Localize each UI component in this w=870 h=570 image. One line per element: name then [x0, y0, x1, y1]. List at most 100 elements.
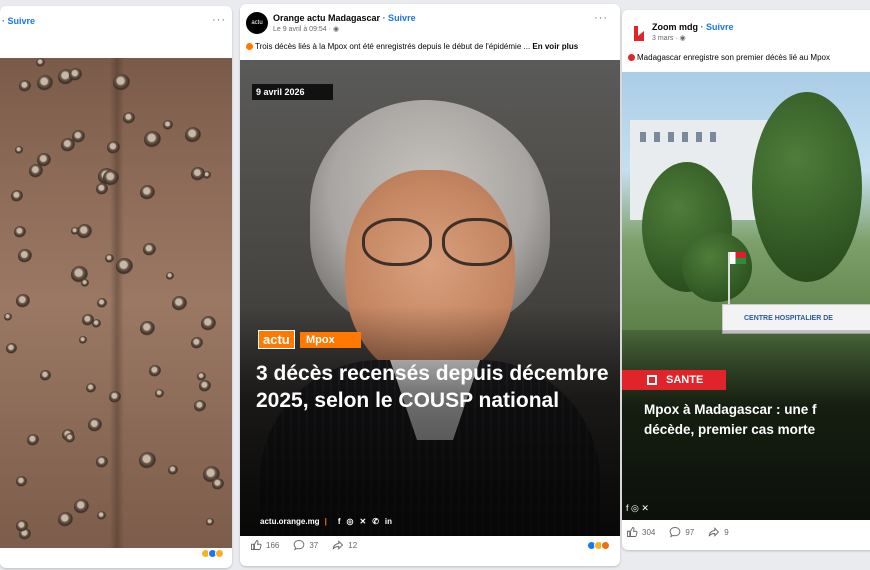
- skin-lesion: [97, 511, 106, 520]
- page-avatar[interactable]: actu: [246, 12, 268, 34]
- site-footer: actu.orange.mg | f ◎ ✕ ✆ in: [260, 517, 392, 526]
- post-timestamp[interactable]: Le 9 avril à 09:54 ·: [273, 26, 331, 33]
- comment-button[interactable]: 97: [669, 526, 694, 538]
- skin-lesion: [16, 520, 28, 532]
- skin-lesion: [168, 465, 178, 475]
- skin-lesion: [194, 400, 206, 412]
- post-action-bar: 166 37 12: [240, 539, 620, 551]
- post-header: Zoom mdg · Suivre 3 mars · ◉: [622, 10, 870, 54]
- share-button[interactable]: 9: [708, 526, 729, 538]
- post-timestamp[interactable]: 3 mars ·: [652, 35, 678, 42]
- facebook-icon: f: [337, 517, 341, 526]
- comment-bubble-icon: [294, 540, 305, 551]
- sad-reaction-icon: [215, 549, 224, 558]
- skin-lesion: [149, 365, 161, 377]
- skin-lesion: [27, 434, 39, 446]
- separator: |: [324, 517, 327, 526]
- like-button[interactable]: 166: [250, 539, 279, 551]
- skin-lesion: [206, 518, 214, 526]
- topic-tag: Mpox: [300, 332, 361, 348]
- skin-lesion: [18, 249, 32, 263]
- skin-lesion: [105, 254, 114, 263]
- instagram-icon: ◎: [346, 517, 354, 526]
- skin-lesion: [11, 190, 23, 202]
- video-headline: 3 décès recensés depuis décembre 2025, s…: [256, 362, 609, 412]
- social-icons: f ◎ ✕: [626, 503, 649, 514]
- facebook-icon: f: [626, 503, 629, 513]
- skin-lesion: [37, 75, 53, 91]
- share-count: 9: [724, 527, 729, 537]
- skin-lesion: [166, 272, 174, 280]
- whatsapp-icon: ✆: [372, 517, 379, 526]
- caption-text: Madagascar enregistre son premier décès …: [637, 53, 830, 62]
- post-action-bar: 304 97 9: [622, 526, 870, 538]
- globe-icon: ◉: [332, 26, 340, 33]
- page-name-link[interactable]: Zoom mdg: [652, 22, 698, 32]
- tree: [752, 92, 862, 282]
- category-square-icon: [647, 375, 657, 385]
- post-image-skin-lesions[interactable]: [0, 58, 232, 548]
- spine-shadow: [110, 58, 124, 548]
- skin-lesion: [71, 227, 79, 235]
- hospital-sign: CENTRE HOSPITALIER DE: [744, 315, 833, 322]
- see-more-link[interactable]: En voir plus: [532, 42, 578, 51]
- post-author-block: Orange actu Madagascar · Suivre Le 9 avr…: [273, 13, 416, 33]
- skin-lesion: [69, 68, 82, 81]
- share-button[interactable]: 12: [332, 539, 357, 551]
- skin-lesion: [140, 321, 155, 336]
- skin-lesion: [79, 336, 87, 344]
- follow-link[interactable]: · Suivre: [2, 16, 35, 26]
- glasses-right-lens: [442, 218, 512, 266]
- skin-lesion: [185, 127, 201, 143]
- follow-link[interactable]: · Suivre: [383, 13, 416, 23]
- reaction-icons[interactable]: [587, 541, 610, 550]
- skin-lesion: [191, 167, 205, 181]
- facebook-post-right: Zoom mdg · Suivre 3 mars · ◉ Madagascar …: [622, 10, 870, 550]
- reaction-icons[interactable]: [201, 549, 224, 558]
- site-url: actu.orange.mg: [260, 517, 320, 526]
- tree: [682, 232, 752, 302]
- skin-lesion: [201, 316, 216, 331]
- skin-lesion: [123, 112, 135, 124]
- post-caption: Trois décès liés à la Mpox ont été enreg…: [240, 42, 620, 51]
- skin-lesion: [37, 153, 51, 167]
- skin-lesion: [4, 313, 12, 321]
- skin-lesion: [88, 418, 102, 432]
- more-options-button[interactable]: ···: [594, 12, 608, 24]
- like-button[interactable]: 304: [626, 526, 655, 538]
- post-image-hospital[interactable]: CENTRE HOSPITALIER DE SANTE Mpox à Madag…: [622, 72, 870, 520]
- x-icon: ✕: [641, 503, 649, 513]
- more-options-button[interactable]: ···: [212, 14, 226, 26]
- thumbs-up-icon: [251, 540, 262, 550]
- category-banner: SANTE: [622, 370, 726, 390]
- skin-lesion: [144, 131, 161, 148]
- category-label: SANTE: [666, 374, 704, 386]
- skin-lesion: [143, 243, 156, 256]
- linkedin-icon: in: [384, 517, 392, 526]
- headline-line-2: décède, premier cas morte: [644, 422, 816, 437]
- skin-lesion: [109, 391, 121, 403]
- madagascar-flag-icon: [730, 252, 746, 264]
- skin-lesion: [163, 120, 173, 130]
- skin-lesion: [113, 74, 130, 91]
- skin-lesion: [107, 141, 120, 154]
- page-name-link[interactable]: Orange actu Madagascar: [273, 13, 380, 23]
- skin-lesion: [16, 476, 27, 487]
- skin-lesion: [172, 296, 187, 311]
- comment-button[interactable]: 37: [293, 539, 318, 551]
- skin-lesion: [74, 499, 89, 514]
- skin-lesion: [96, 183, 108, 195]
- post-video-thumbnail[interactable]: 9 avril 2026 actu Mpox 3 décès recensés …: [240, 60, 620, 536]
- skin-lesion: [65, 433, 75, 443]
- caption-text: Trois décès liés à la Mpox ont été enreg…: [255, 42, 531, 51]
- comment-bubble-icon: [670, 527, 681, 538]
- skin-lesion: [199, 380, 211, 392]
- glasses-left-lens: [362, 218, 432, 266]
- follow-link[interactable]: · Suivre: [701, 22, 734, 32]
- headline-line-1: Mpox à Madagascar : une f: [644, 402, 817, 417]
- feed-screenshot-collage: · Suivre ··· actu Orange actu Madagascar…: [0, 0, 870, 570]
- skin-lesion: [86, 383, 96, 393]
- skin-lesion: [96, 456, 108, 468]
- post-caption: Madagascar enregistre son premier décès …: [622, 53, 870, 62]
- page-avatar[interactable]: [628, 22, 650, 44]
